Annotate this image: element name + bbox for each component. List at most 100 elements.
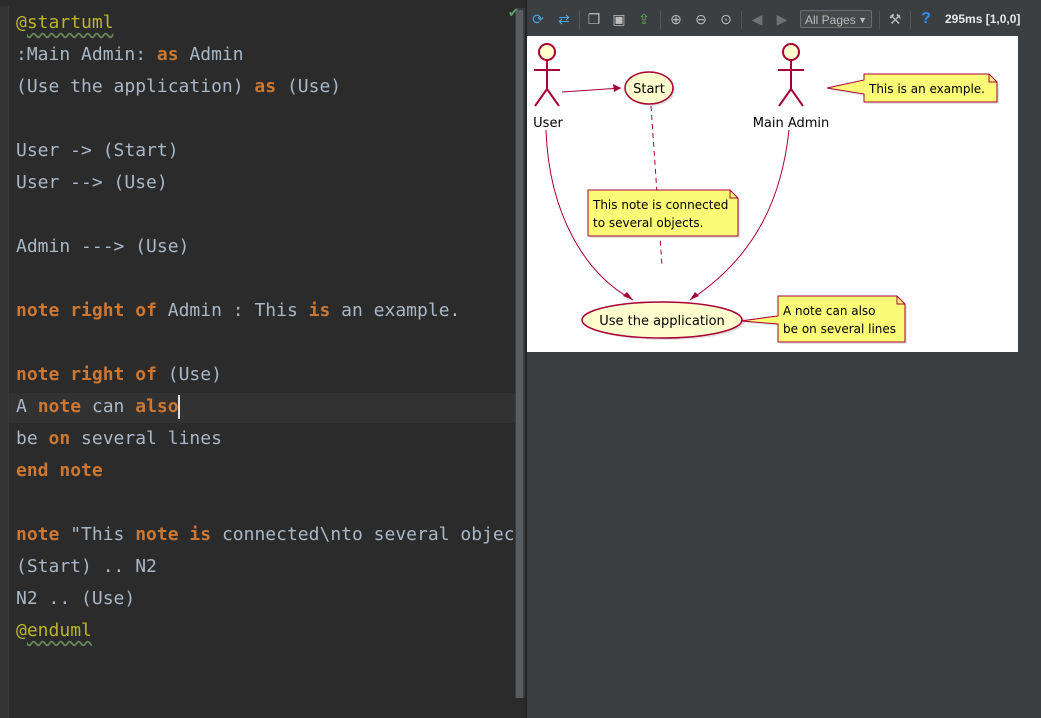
use-usecase-label: Use the application: [599, 314, 725, 329]
toolbar-separator: [910, 11, 911, 29]
code-line[interactable]: User -> (Start): [16, 135, 179, 167]
prev-page-icon[interactable]: ◀: [748, 10, 766, 28]
code-annotation: @: [16, 12, 27, 33]
code-line[interactable]: note right of (Use): [16, 359, 222, 391]
code-line[interactable]: be on several lines: [16, 423, 222, 455]
zoom-out-icon[interactable]: ⊖: [692, 10, 710, 28]
code-keyword: right: [70, 300, 125, 321]
user-actor: [534, 43, 560, 107]
code-line[interactable]: Admin ---> (Use): [16, 231, 189, 263]
scrollbar-thumb[interactable]: [516, 10, 523, 698]
editor-gutter: [0, 6, 9, 718]
code-keyword: is: [189, 524, 212, 545]
code-keyword: note: [16, 300, 60, 321]
start-usecase-label: Start: [633, 82, 665, 97]
code-line[interactable]: (Start) .. N2: [16, 551, 157, 583]
code-keyword: note: [37, 396, 82, 417]
code-text: User -> (Start): [16, 140, 179, 161]
user-actor-label: User: [533, 116, 563, 131]
code-keyword: as: [254, 76, 277, 97]
admin-note: This is an example.: [826, 73, 999, 104]
code-line[interactable]: :Main Admin: as Admin: [16, 39, 244, 71]
use-note: A note can also be on several lines: [740, 295, 907, 344]
start-usecase: Start: [624, 71, 675, 106]
pages-select-value: All Pages: [805, 13, 856, 27]
code-text: A: [16, 396, 38, 417]
auto-refresh-icon[interactable]: ⇄: [555, 10, 573, 28]
code-text: connected\nto several objects.": [221, 524, 525, 545]
chevron-down-icon: ▼: [858, 15, 867, 25]
code-keyword: of: [135, 364, 157, 385]
code-text: an example.: [330, 300, 461, 321]
actual-size-icon[interactable]: ⊙: [717, 10, 735, 28]
save-icon[interactable]: ▣: [610, 10, 628, 28]
code-keyword: is: [308, 300, 331, 321]
code-text: (Start) .. N2: [16, 556, 157, 577]
diagram-canvas: User Main Admin Start Use the applicatio…: [527, 36, 1018, 352]
code-text: :Main Admin:: [16, 44, 157, 65]
use-note-line-1: A note can also: [783, 304, 876, 318]
code-line[interactable]: @enduml: [16, 615, 92, 647]
code-line[interactable]: note right of Admin : This is an example…: [16, 295, 460, 327]
toolbar-separator: [579, 11, 580, 29]
code-text: Admin : This: [156, 300, 309, 321]
start-note-link: [650, 105, 663, 267]
code-line[interactable]: end note: [16, 455, 103, 487]
code-keyword: note: [16, 364, 60, 385]
code-text: can: [81, 396, 136, 417]
connected-note-line-1: This note is connected: [592, 198, 728, 212]
admin-actor: [778, 43, 804, 107]
admin-actor-label: Main Admin: [753, 116, 830, 131]
zoom-in-icon[interactable]: ⊕: [667, 10, 685, 28]
code-editor[interactable]: @startuml:Main Admin: as Admin (Use the a…: [0, 0, 525, 718]
toolbar-separator: [660, 11, 661, 29]
code-keyword: note: [59, 460, 103, 481]
copy-icon[interactable]: ❐: [585, 10, 603, 28]
code-keyword: on: [48, 428, 71, 449]
code-text: several lines: [70, 428, 222, 449]
code-keyword: of: [135, 300, 157, 321]
code-text: Admin ---> (Use): [16, 236, 190, 257]
code-keyword: right: [70, 364, 125, 385]
arrow-head: [690, 292, 699, 300]
text-caret: [177, 395, 180, 419]
next-page-icon[interactable]: ▶: [773, 10, 791, 28]
code-keyword: also: [135, 396, 179, 417]
code-text: Admin: [178, 44, 244, 65]
code-line[interactable]: @startuml: [16, 7, 114, 39]
connected-note: This note is connected to several object…: [587, 189, 740, 238]
code-keyword: note: [16, 524, 60, 545]
help-icon[interactable]: ?: [917, 10, 935, 28]
code-line[interactable]: note "This note is connected\nto several…: [16, 519, 525, 551]
admin-note-text: This is an example.: [868, 82, 985, 96]
preview-toolbar: ⟳ ⇄ ❐ ▣ ⇪ ⊕ ⊖ ⊙ ◀ ▶ All Pages ▼ ⚒ ? 295ms…: [527, 6, 1041, 34]
export-icon[interactable]: ⇪: [635, 10, 653, 28]
code-line[interactable]: (Use the application) as (Use): [16, 71, 341, 103]
code-annotation: enduml: [26, 620, 92, 641]
code-annotation: @: [16, 620, 27, 641]
code-text: User --> (Use): [16, 172, 168, 193]
connected-note-line-2: to several objects.: [593, 216, 703, 230]
code-text: "This: [59, 524, 136, 545]
code-line[interactable]: User --> (Use): [16, 167, 168, 199]
render-timing: 295ms [1,0,0]: [945, 12, 1021, 26]
arrow-head: [613, 84, 621, 92]
code-line[interactable]: N2 .. (Use): [16, 583, 135, 615]
code-annotation: startuml: [26, 12, 114, 33]
code-text: be: [16, 428, 49, 449]
pages-select[interactable]: All Pages ▼: [800, 10, 872, 28]
settings-icon[interactable]: ⚒: [886, 10, 904, 28]
arrow-head: [623, 292, 633, 300]
code-text: (Use): [276, 76, 342, 97]
editor-scrollbar[interactable]: [515, 8, 525, 698]
toolbar-separator: [741, 11, 742, 29]
code-line[interactable]: A note can also: [16, 391, 180, 423]
toolbar-separator: [879, 11, 880, 29]
code-text: (Use): [156, 364, 222, 385]
refresh-icon[interactable]: ⟳: [529, 10, 547, 28]
code-text: N2 .. (Use): [16, 588, 136, 609]
